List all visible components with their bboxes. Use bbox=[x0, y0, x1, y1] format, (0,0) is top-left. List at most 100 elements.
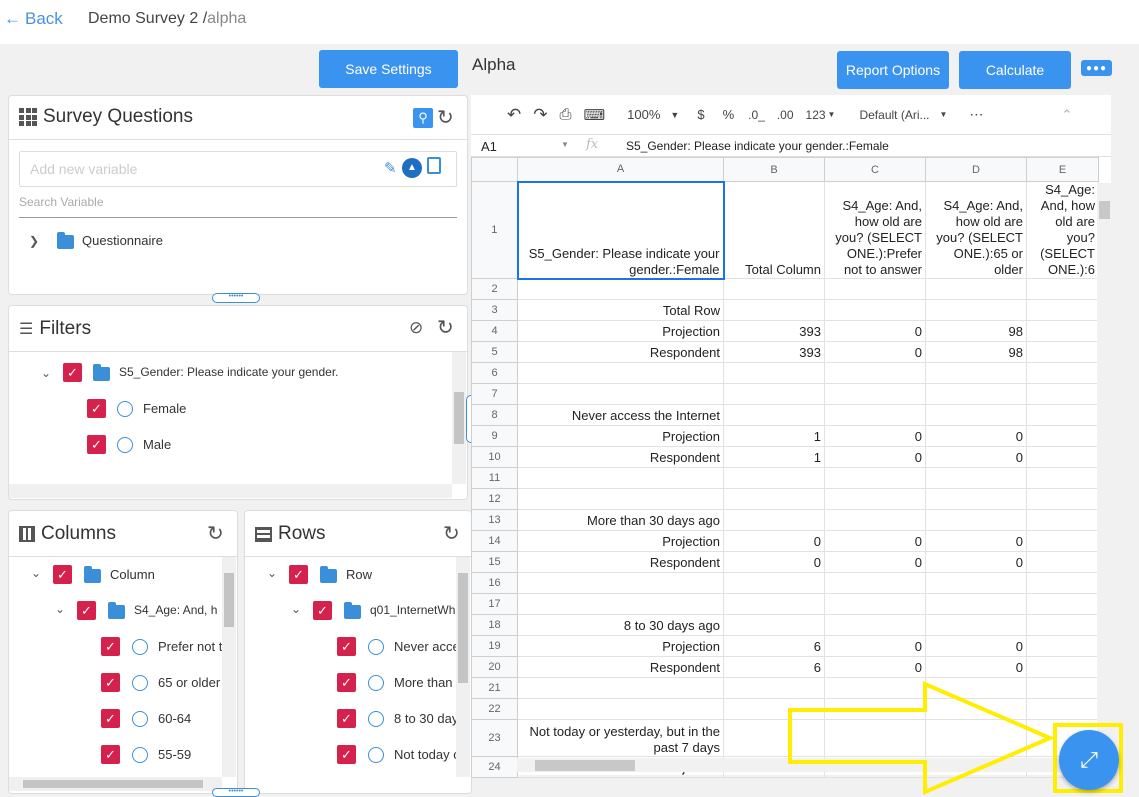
row-header[interactable]: 8 bbox=[471, 404, 518, 426]
row-header[interactable]: 19 bbox=[471, 635, 518, 657]
row-header[interactable]: 14 bbox=[471, 530, 518, 552]
undo-icon[interactable]: ↶ bbox=[507, 105, 521, 125]
cell[interactable] bbox=[925, 299, 1027, 321]
vertical-scrollbar[interactable] bbox=[222, 557, 236, 777]
collapse-icon[interactable]: ⌃ bbox=[1061, 107, 1072, 123]
redo-icon[interactable]: ↷ bbox=[533, 105, 547, 125]
cell[interactable] bbox=[824, 404, 926, 426]
cell[interactable] bbox=[824, 299, 926, 321]
radio-button[interactable] bbox=[117, 401, 133, 417]
cell[interactable]: 8 to 30 days ago bbox=[517, 614, 724, 636]
row-header[interactable]: 17 bbox=[471, 593, 518, 615]
cell[interactable] bbox=[1026, 509, 1099, 531]
cell[interactable] bbox=[723, 404, 825, 426]
cell-reference[interactable]: A1 bbox=[481, 139, 497, 154]
number-format-button[interactable]: 123 bbox=[806, 108, 826, 122]
cell[interactable]: 0 bbox=[824, 551, 926, 573]
row-header[interactable]: 12 bbox=[471, 488, 518, 510]
cell[interactable]: 0 bbox=[925, 446, 1027, 468]
cell[interactable] bbox=[723, 614, 825, 636]
cell[interactable]: 393 bbox=[723, 320, 825, 342]
save-icon[interactable] bbox=[427, 157, 441, 174]
cell[interactable]: 0 bbox=[925, 551, 1027, 573]
cell[interactable]: S4_Age: And, how old are you? (SELECT ON… bbox=[824, 181, 926, 279]
cell[interactable]: Respondent bbox=[517, 446, 724, 468]
cell[interactable]: 0 bbox=[925, 530, 1027, 552]
resize-handle[interactable]: •••••• bbox=[212, 293, 260, 303]
upload-icon[interactable]: ▲ bbox=[402, 158, 422, 178]
cell[interactable] bbox=[1026, 446, 1099, 468]
checkbox-checked[interactable]: ✓ bbox=[101, 637, 120, 656]
cell[interactable] bbox=[723, 362, 825, 384]
cell[interactable] bbox=[1026, 635, 1099, 657]
checkbox-checked[interactable]: ✓ bbox=[101, 673, 120, 692]
cell[interactable] bbox=[1026, 530, 1099, 552]
print-icon[interactable]: ⎙ bbox=[560, 106, 572, 123]
row-header[interactable]: 20 bbox=[471, 656, 518, 678]
dropdown-icon[interactable]: ▼ bbox=[670, 110, 679, 120]
checkbox-checked[interactable]: ✓ bbox=[313, 601, 332, 620]
cell[interactable] bbox=[925, 614, 1027, 636]
vertical-scrollbar[interactable] bbox=[456, 557, 470, 777]
cell[interactable]: Total Column bbox=[723, 181, 825, 279]
row-header[interactable]: 5 bbox=[471, 341, 518, 363]
checkbox-checked[interactable]: ✓ bbox=[77, 601, 96, 620]
add-variable-input[interactable]: Add new variable ✎ ▲ bbox=[19, 151, 457, 187]
cell[interactable] bbox=[925, 404, 1027, 426]
cell[interactable] bbox=[723, 593, 825, 615]
radio-button[interactable] bbox=[368, 639, 384, 655]
cell[interactable] bbox=[925, 383, 1027, 405]
radio-button[interactable] bbox=[132, 639, 148, 655]
radio-button[interactable] bbox=[368, 747, 384, 763]
cell[interactable] bbox=[824, 362, 926, 384]
cell[interactable]: More than 30 days ago bbox=[517, 509, 724, 531]
formula-input[interactable]: S5_Gender: Please indicate your gender.:… bbox=[626, 139, 889, 153]
chevron-right-icon[interactable]: ❯ bbox=[29, 234, 39, 248]
calculate-button[interactable]: Calculate bbox=[959, 51, 1071, 89]
cell[interactable] bbox=[925, 593, 1027, 615]
decrease-decimal-button[interactable]: .0_ bbox=[748, 108, 765, 122]
chevron-down-icon[interactable]: ⌄ bbox=[31, 566, 41, 580]
cell[interactable]: 6 bbox=[723, 656, 825, 678]
checkbox-checked[interactable]: ✓ bbox=[63, 363, 82, 382]
column-header[interactable]: A bbox=[517, 157, 724, 182]
cell[interactable] bbox=[824, 383, 926, 405]
refresh-icon[interactable]: ↻ bbox=[207, 521, 224, 546]
cell[interactable]: 6 bbox=[723, 635, 825, 657]
cell[interactable] bbox=[1026, 614, 1099, 636]
cell[interactable]: S4_Age: And, how old are you? (SELECT ON… bbox=[925, 181, 1027, 279]
refresh-icon[interactable]: ↻ bbox=[443, 521, 460, 546]
cell[interactable] bbox=[517, 383, 724, 405]
cell[interactable] bbox=[824, 614, 926, 636]
cell[interactable] bbox=[517, 572, 724, 594]
cell[interactable] bbox=[824, 278, 926, 300]
cell[interactable]: 0 bbox=[824, 320, 926, 342]
checkbox-checked[interactable]: ✓ bbox=[53, 565, 72, 584]
cell[interactable]: 0 bbox=[723, 530, 825, 552]
checkbox-checked[interactable]: ✓ bbox=[337, 637, 356, 656]
cell[interactable]: 0 bbox=[824, 341, 926, 363]
column-header[interactable]: E bbox=[1026, 157, 1099, 182]
corner-cell[interactable] bbox=[471, 157, 518, 182]
row-header[interactable]: 24 bbox=[471, 756, 518, 778]
checkbox-checked[interactable]: ✓ bbox=[101, 745, 120, 764]
radio-button[interactable] bbox=[368, 675, 384, 691]
row-header[interactable]: 22 bbox=[471, 698, 518, 720]
chevron-down-icon[interactable]: ⌄ bbox=[267, 566, 277, 580]
row-header[interactable]: 2 bbox=[471, 278, 518, 300]
row-header[interactable]: 18 bbox=[471, 614, 518, 636]
cell[interactable] bbox=[723, 509, 825, 531]
cell[interactable] bbox=[1026, 320, 1099, 342]
horizontal-scrollbar[interactable] bbox=[9, 484, 452, 498]
cell[interactable] bbox=[925, 467, 1027, 489]
horizontal-scrollbar[interactable] bbox=[9, 777, 222, 791]
row-header[interactable]: 23 bbox=[471, 719, 518, 757]
cell[interactable]: 0 bbox=[824, 446, 926, 468]
cell[interactable] bbox=[723, 467, 825, 489]
cell[interactable]: 0 bbox=[723, 551, 825, 573]
checkbox-checked[interactable]: ✓ bbox=[337, 709, 356, 728]
cell[interactable]: 98 bbox=[925, 341, 1027, 363]
cell[interactable] bbox=[723, 572, 825, 594]
chevron-down-icon[interactable]: ⌄ bbox=[55, 602, 65, 616]
row-header[interactable]: 9 bbox=[471, 425, 518, 447]
